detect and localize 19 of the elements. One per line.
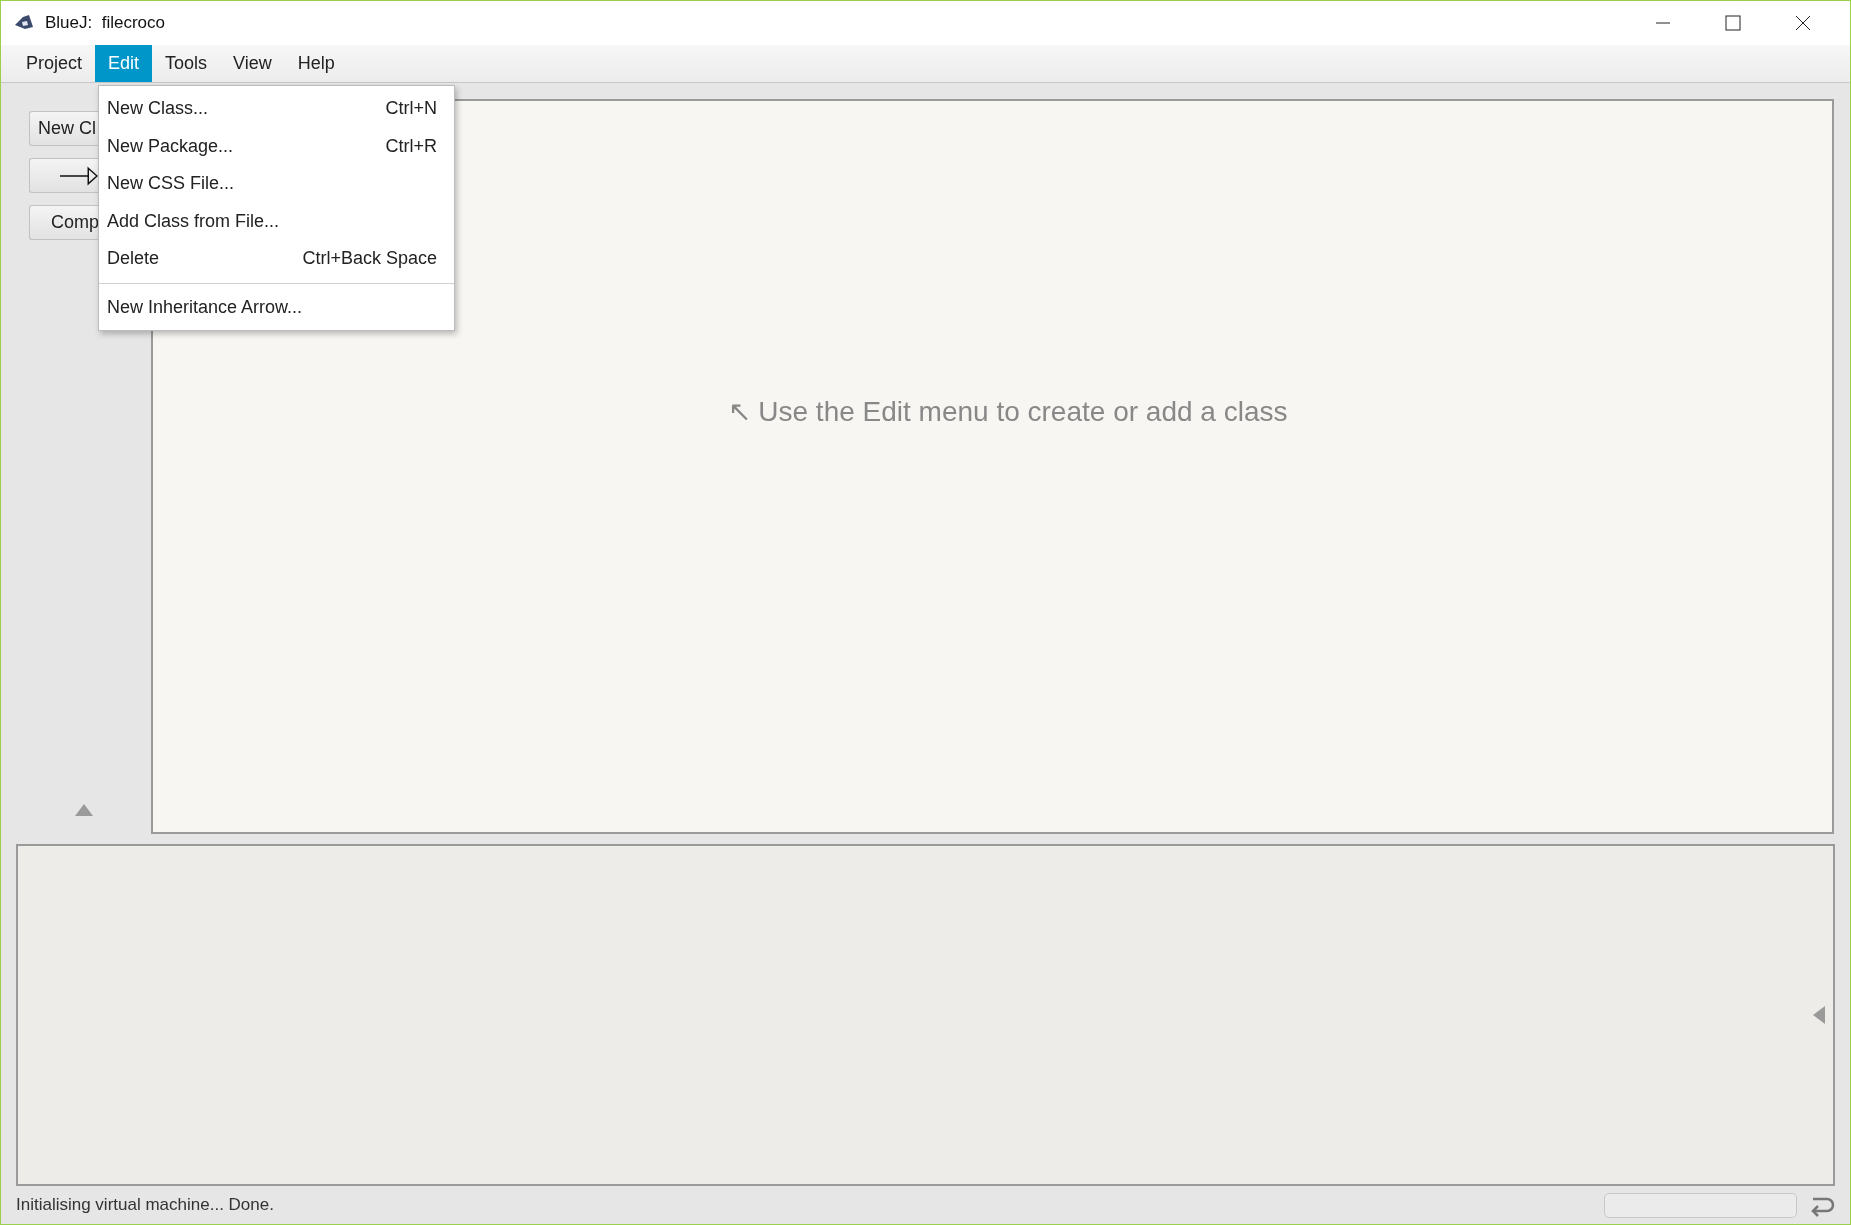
menu-entry[interactable]: New Package... Ctrl+R	[99, 127, 454, 165]
status-message: Initialising virtual machine... Done.	[16, 1194, 274, 1217]
menu-entry[interactable]: New CSS File...	[99, 165, 454, 203]
menu-entry[interactable]: New Class... Ctrl+N	[99, 90, 454, 128]
menu-item[interactable]: Tools	[152, 45, 221, 82]
menu-item[interactable]: Help	[284, 45, 348, 82]
menu-entry[interactable]: New Inheritance Arrow...	[99, 288, 454, 326]
window-title: BlueJ: filecroco	[45, 12, 165, 35]
canvas-hint: ↖ Use the Edit menu to create or add a class	[727, 394, 1288, 429]
arrow-button[interactable]	[29, 158, 98, 193]
sidebar-button[interactable]: Comp	[29, 205, 98, 240]
menu-item[interactable]: View	[220, 45, 285, 82]
inheritance-arrow-icon	[60, 165, 98, 186]
expand-left-icon[interactable]	[1813, 1006, 1825, 1024]
menu-entry[interactable]: Add Class from File...	[99, 202, 454, 240]
menu-item[interactable]: Project	[13, 45, 96, 82]
menu-entry[interactable]: Delete Ctrl+Back Space	[99, 240, 454, 278]
collapse-up-icon[interactable]	[75, 804, 93, 816]
sidebar-button[interactable]: New Cl	[29, 111, 98, 146]
